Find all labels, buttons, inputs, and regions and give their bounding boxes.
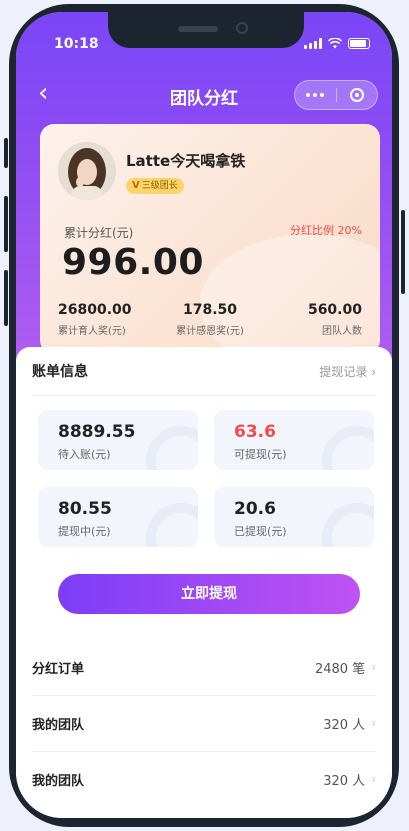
bill-panel: 账单信息 提现记录 › 8889.55 待入账(元) 63.6 可提现(元) 8… (16, 347, 392, 647)
chevron-right-icon: › (371, 772, 376, 786)
notch (108, 12, 304, 48)
stat-mentor-reward: 26800.00 累计育人奖(元) (40, 302, 159, 337)
nav-bar: ‹ 团队分红 (16, 74, 392, 114)
bill-title: 账单信息 (32, 364, 88, 380)
cumulative-label: 累计分红(元) (64, 226, 134, 240)
tile-label: 可提现(元) (234, 448, 287, 461)
close-circle-icon (349, 88, 364, 102)
chevron-right-icon: › (371, 660, 376, 674)
stat-value: 178.50 (182, 302, 237, 318)
list-item-value: 320 人 (323, 773, 366, 789)
bill-header: 账单信息 提现记录 › (32, 361, 376, 381)
tile-withdrawing: 80.55 提现中(元) (38, 487, 198, 547)
stat-label: 累计育人奖(元) (58, 326, 126, 337)
tile-label: 已提现(元) (234, 525, 287, 538)
close-button[interactable] (337, 81, 378, 109)
tile-value: 8889.55 (58, 422, 136, 442)
list-item-dividend-orders[interactable]: 分红订单 2480 笔 › (32, 639, 376, 696)
stat-team-size: 560.00 团队人数 (261, 302, 380, 337)
status-icons (304, 38, 370, 49)
more-button[interactable] (295, 81, 336, 109)
list-item-label: 我的团队 (32, 773, 85, 789)
user-name: Latte今天喝拿铁 (126, 152, 246, 170)
tile-label: 提现中(元) (58, 525, 111, 538)
list-item-my-team[interactable]: 我的团队 320 人 › (32, 751, 376, 807)
level-badge: V 三级团长 (126, 178, 184, 194)
mini-program-capsule (294, 80, 378, 110)
stat-label: 团队人数 (321, 326, 362, 337)
tile-label: 待入账(元) (58, 448, 111, 461)
speaker (178, 26, 218, 32)
tile-value: 80.55 (58, 499, 112, 519)
list-item-label: 分红订单 (32, 661, 85, 677)
tile-decoration (146, 503, 198, 547)
tile-pending: 8889.55 待入账(元) (38, 410, 198, 470)
list-item-label: 我的团队 (32, 717, 85, 733)
stat-gratitude-reward: 178.50 累计感恩奖(元) (159, 302, 260, 337)
stat-value: 26800.00 (58, 302, 132, 318)
withdraw-now-button[interactable]: 立即提现 (58, 574, 360, 614)
tile-value: 20.6 (234, 499, 276, 519)
badge-label: 三级团长 (141, 181, 178, 191)
list-item-value: 320 人 (323, 717, 366, 733)
wifi-icon (328, 38, 342, 49)
list-item-value: 2480 笔 (314, 661, 366, 677)
signal-icon (304, 38, 322, 49)
tile-decoration (322, 503, 374, 547)
profile-card: Latte今天喝拿铁 V 三级团长 累计分红(元) 分红比例 20% 996.0… (40, 124, 380, 354)
more-icon (306, 93, 325, 97)
badge-check-icon: V (132, 180, 140, 191)
dividend-ratio: 分红比例 20% (290, 224, 362, 237)
battery-icon (348, 38, 370, 49)
stat-label: 累计感恩奖(元) (176, 326, 244, 337)
tile-withdrawn: 20.6 已提现(元) (214, 487, 374, 547)
cumulative-amount: 996.00 (62, 242, 204, 283)
tile-value: 63.6 (234, 422, 276, 442)
camera (236, 22, 248, 34)
divider (32, 395, 376, 396)
menu-list: 分红订单 2480 笔 › 我的团队 320 人 › 我的团队 320 人 › (16, 637, 392, 818)
list-item-my-team[interactable]: 我的团队 320 人 › (32, 695, 376, 752)
avatar (58, 142, 116, 200)
screen: 10:18 ‹ 团队分红 Latte今天喝拿铁 V 三级团长 累计分红(元) 分… (16, 12, 392, 818)
stat-value: 560.00 (307, 302, 362, 318)
tile-decoration (322, 426, 374, 470)
tile-withdrawable: 63.6 可提现(元) (214, 410, 374, 470)
status-time: 10:18 (54, 36, 99, 52)
tile-decoration (146, 426, 198, 470)
stats-row: 26800.00 累计育人奖(元) 178.50 累计感恩奖(元) 560.00… (40, 302, 380, 337)
withdraw-records-link[interactable]: 提现记录 › (319, 363, 376, 380)
chevron-right-icon: › (371, 716, 376, 730)
